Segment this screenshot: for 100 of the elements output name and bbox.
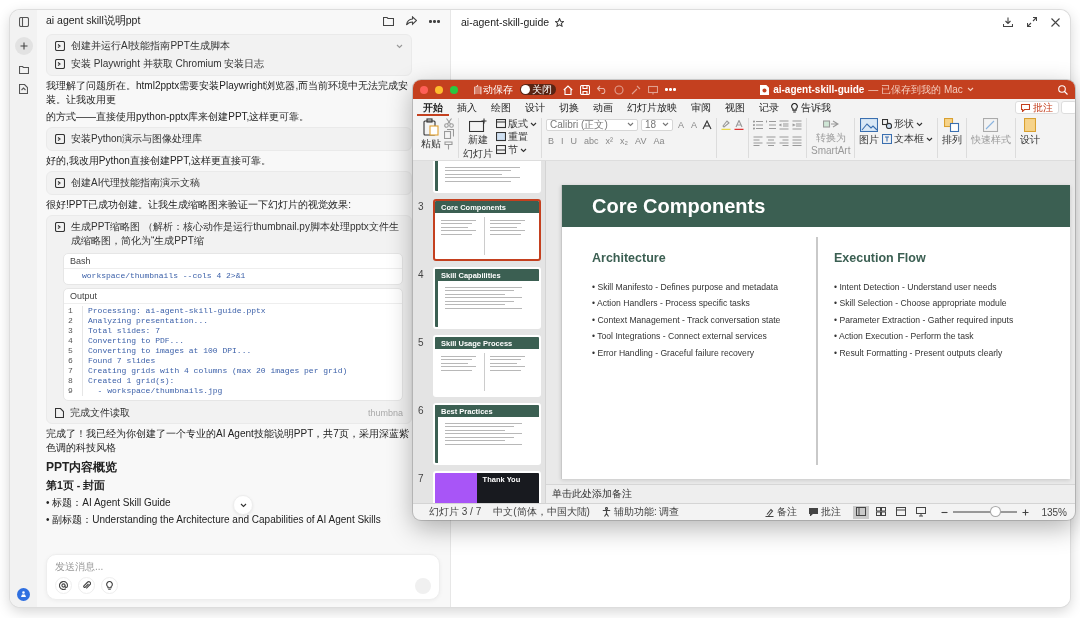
tell-me-field[interactable]: 告诉我 — [801, 100, 831, 115]
slide-counter: 幻灯片 3 / 7 — [429, 505, 482, 519]
format-button[interactable]: I — [559, 134, 566, 147]
ribbon-tab[interactable]: 视图 — [719, 99, 751, 116]
sidebar-toggle-icon[interactable] — [18, 17, 29, 27]
zoom-slider-thumb[interactable] — [991, 507, 1000, 516]
terminal-icon — [55, 59, 65, 69]
ribbon-tab[interactable]: 插入 — [451, 99, 483, 116]
folder-icon[interactable] — [383, 16, 394, 26]
bullet-text: • Error Handling - Graceful failure recovery — [592, 346, 756, 360]
comments-button[interactable]: 批注 — [1015, 101, 1059, 114]
step-label[interactable]: 安装Python演示与图像处理库 — [71, 132, 403, 146]
shapes-icon[interactable] — [882, 119, 893, 129]
save-icon[interactable] — [580, 84, 590, 95]
idea-button[interactable] — [101, 577, 118, 594]
slide-number: 3 — [418, 200, 425, 214]
paste-button[interactable]: 粘贴 — [421, 118, 441, 151]
message-input[interactable]: 发送消息... — [55, 560, 431, 573]
font-color-icon[interactable] — [734, 119, 745, 130]
slide-thumbnail[interactable] — [433, 161, 541, 193]
lightbulb-icon — [106, 581, 113, 590]
text-box-icon[interactable] — [882, 134, 893, 144]
accessibility-status[interactable]: 辅助功能: 调查 — [613, 505, 680, 519]
plus-icon[interactable] — [19, 42, 28, 50]
undo-icon[interactable] — [597, 85, 607, 94]
new-slide-button[interactable]: 新建 幻灯片 — [463, 118, 493, 160]
layout-icon[interactable] — [496, 119, 506, 129]
home-icon[interactable] — [563, 84, 573, 95]
more-icon[interactable] — [665, 88, 676, 91]
output-title: Output — [64, 289, 402, 304]
code-line: workspace/thumbnails --cols 4 2>&1 — [81, 270, 247, 282]
section-button[interactable]: 节 — [508, 143, 518, 157]
designer-button[interactable]: 设计 — [1020, 118, 1041, 147]
zoom-in-icon[interactable] — [1022, 508, 1030, 516]
close-icon[interactable] — [1051, 17, 1060, 27]
file-name: thumbna — [367, 407, 403, 418]
language-status: 中文(简体，中国大陆) — [493, 505, 590, 519]
notes-toggle[interactable]: 备注 — [777, 505, 798, 519]
step-label[interactable]: 创建并运行AI技能指南PPT生成脚本 — [71, 39, 390, 53]
message-composer[interactable]: 发送消息... — [46, 554, 440, 600]
section-icon[interactable] — [496, 145, 506, 155]
expand-icon[interactable] — [1027, 17, 1037, 27]
slide-number: 6 — [418, 404, 425, 418]
step-label[interactable]: 创建AI代理技能指南演示文稿 — [71, 176, 403, 190]
mention-button[interactable] — [55, 577, 72, 594]
normal-view-button[interactable] — [853, 505, 870, 519]
search-icon[interactable] — [1058, 84, 1068, 95]
code-line: Converting to PDF... — [88, 336, 184, 346]
align-center-icon[interactable] — [766, 135, 777, 146]
ribbon-tab[interactable]: 绘图 — [485, 99, 517, 116]
step-label[interactable]: 安装 Playwright 并获取 Chromium 安装日志 — [71, 57, 403, 71]
message-text: 好的,我改用Python直接创建PPT,这样更直接可靠。 — [46, 154, 272, 168]
clear-format-icon[interactable] — [702, 119, 713, 130]
new-chat-button[interactable] — [14, 37, 33, 55]
minimize-window-button[interactable] — [435, 85, 443, 94]
line-number: 3 — [64, 326, 83, 336]
share-icon[interactable] — [406, 16, 417, 26]
message-text: 很好!PPT已成功创建。让我生成缩略图来验证一下幻灯片的视觉效果: — [46, 198, 351, 212]
document-icon[interactable] — [19, 84, 28, 94]
shapes-button[interactable]: 形状 — [894, 117, 915, 131]
smartart-icon — [822, 118, 839, 130]
slide-number: 5 — [418, 336, 425, 350]
ribbon-tab[interactable]: 记录 — [753, 99, 785, 116]
numbered-list-icon[interactable] — [766, 119, 777, 130]
ribbon-tab[interactable]: 幻灯片放映 — [621, 99, 683, 116]
reset-button[interactable]: 重置 — [508, 130, 528, 144]
designer-icon — [1024, 118, 1037, 132]
text-box-button[interactable]: 文本框 — [894, 132, 925, 146]
user-avatar-icon[interactable] — [17, 588, 30, 601]
caret-icon — [520, 147, 527, 153]
folder-icon[interactable] — [18, 65, 29, 74]
ribbon-tab[interactable]: 切换 — [553, 99, 585, 116]
more-icon[interactable] — [429, 19, 440, 23]
new-slide-icon — [469, 118, 487, 132]
layout-button[interactable]: 版式 — [508, 117, 528, 131]
reset-icon[interactable] — [496, 132, 506, 142]
align-right-icon[interactable] — [779, 135, 790, 146]
comments-toggle[interactable]: 批注 — [821, 505, 842, 519]
autosave-toggle[interactable]: 关闭 — [520, 84, 556, 95]
slide-number: 7 — [418, 472, 425, 486]
attach-button[interactable] — [78, 577, 95, 594]
ribbon-tab[interactable]: 设计 — [519, 99, 551, 116]
tool-label[interactable]: 生成PPT缩略图 （解析：核心动作是运行thumbnail.py脚本处理pptx文件生成缩略图，简化为“生成PPT缩 — [71, 220, 403, 248]
copy-icon[interactable] — [444, 129, 454, 139]
code-line: Found 7 slides — [88, 356, 156, 366]
zoom-level: 135% — [1041, 506, 1067, 518]
align-left-icon[interactable] — [753, 135, 764, 146]
star-icon[interactable] — [555, 17, 565, 27]
ribbon-tab[interactable]: 审阅 — [685, 99, 717, 116]
terminal-icon — [55, 178, 65, 188]
picture-button[interactable]: 图片 — [859, 118, 880, 147]
arrange-button[interactable]: 排列 — [942, 118, 963, 147]
justify-icon[interactable] — [792, 135, 803, 146]
code-line: Converting to images at 100 DPI... — [88, 346, 252, 356]
notes-field[interactable]: 单击此处添加备注 — [546, 484, 1075, 503]
font-size-field[interactable]: 18 — [641, 118, 673, 131]
download-icon[interactable] — [1003, 17, 1013, 27]
font-field[interactable]: Calibri (正文) — [546, 118, 638, 131]
ribbon-tab[interactable]: 动画 — [587, 99, 619, 116]
bullet-list-icon[interactable] — [753, 119, 764, 130]
